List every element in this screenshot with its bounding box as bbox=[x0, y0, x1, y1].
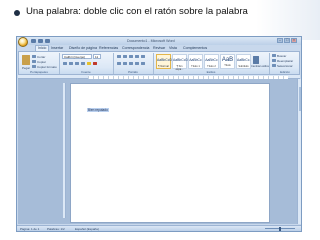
align-center-icon[interactable] bbox=[123, 62, 127, 65]
page-count[interactable]: Página: 1 de 1 bbox=[20, 227, 39, 231]
undo-icon[interactable] bbox=[38, 39, 43, 43]
style-sample: AaBbCc bbox=[205, 58, 218, 62]
word-count[interactable]: Palabras: 1/2 bbox=[47, 227, 65, 231]
italic-icon[interactable] bbox=[69, 62, 73, 65]
copy-label[interactable]: Copiar bbox=[37, 60, 46, 64]
group-label-styles: Estilos bbox=[206, 70, 216, 74]
find-label[interactable]: Buscar bbox=[277, 54, 286, 58]
bold-icon[interactable] bbox=[63, 62, 67, 65]
style-subtitle[interactable]: AaBbCc. Subtítulo bbox=[236, 54, 251, 69]
save-icon[interactable] bbox=[31, 39, 36, 43]
style-name: Título bbox=[224, 64, 231, 67]
style-name: Título 1 bbox=[191, 65, 200, 68]
select-label[interactable]: Seleccionar bbox=[277, 64, 293, 68]
group-separator bbox=[153, 53, 154, 74]
group-label-editing: Edición bbox=[280, 70, 290, 74]
font-size-box[interactable]: 11 bbox=[93, 54, 101, 59]
group-label-clipboard: Portapapeles bbox=[30, 70, 48, 74]
bullets-icon[interactable] bbox=[117, 55, 121, 58]
underline-icon[interactable] bbox=[75, 62, 79, 65]
increase-indent-icon[interactable] bbox=[141, 55, 145, 58]
replace-label[interactable]: Reemplazar bbox=[277, 59, 293, 63]
style-heading-2[interactable]: AaBbCc Título 2 bbox=[204, 54, 219, 69]
style-sample: AaB bbox=[221, 57, 234, 63]
window-title: Documento1 - Microsoft Word bbox=[127, 38, 175, 43]
vertical-ruler[interactable] bbox=[63, 83, 66, 218]
replace-icon[interactable] bbox=[272, 59, 276, 62]
redo-icon[interactable] bbox=[45, 39, 50, 43]
numbering-icon[interactable] bbox=[123, 55, 127, 58]
decrease-indent-icon[interactable] bbox=[135, 55, 139, 58]
format-painter-icon[interactable] bbox=[32, 65, 36, 68]
slide-title: Una palabra: doble clic con el ratón sob… bbox=[26, 6, 248, 17]
copy-icon[interactable] bbox=[32, 60, 36, 63]
zoom-slider[interactable] bbox=[265, 226, 295, 231]
close-button[interactable]: × bbox=[291, 38, 297, 43]
align-left-icon[interactable] bbox=[117, 62, 121, 65]
group-label-paragraph: Párrafo bbox=[128, 70, 138, 74]
cut-icon[interactable] bbox=[32, 55, 36, 58]
office-button[interactable] bbox=[18, 37, 28, 47]
minimize-button[interactable]: – bbox=[277, 38, 283, 43]
highlight-icon[interactable] bbox=[87, 62, 91, 65]
word-window: Documento1 - Microsoft Word – □ × Inicio… bbox=[16, 36, 302, 232]
cut-label[interactable]: Cortar bbox=[37, 55, 45, 59]
find-icon[interactable] bbox=[272, 54, 276, 57]
zoom-knob[interactable] bbox=[279, 226, 281, 231]
vertical-scrollbar[interactable] bbox=[297, 79, 301, 224]
bullet-point bbox=[14, 10, 20, 16]
document-area: Bien reputado bbox=[18, 79, 298, 224]
style-sample: AaBbCcDc bbox=[173, 58, 190, 62]
style-no-spacing[interactable]: AaBbCcDc ¶ Sin espa... bbox=[172, 54, 190, 71]
justify-icon[interactable] bbox=[135, 62, 139, 65]
strikethrough-icon[interactable] bbox=[81, 62, 85, 65]
maximize-button[interactable]: □ bbox=[284, 38, 290, 43]
document-page[interactable]: Bien reputado bbox=[70, 83, 270, 223]
group-separator bbox=[113, 53, 114, 74]
select-icon[interactable] bbox=[272, 64, 276, 67]
style-sample: AaBbCcDc bbox=[157, 58, 174, 62]
style-title[interactable]: AaB Título bbox=[220, 54, 235, 69]
format-painter-label[interactable]: Copiar formato bbox=[37, 65, 57, 69]
font-name-box[interactable]: Calibri (Cuerpo) bbox=[62, 54, 92, 59]
selected-word[interactable]: Bien reputado bbox=[87, 108, 109, 112]
scroll-thumb[interactable] bbox=[298, 87, 301, 111]
align-right-icon[interactable] bbox=[129, 62, 133, 65]
change-styles-label[interactable]: Cambiar estilos bbox=[251, 65, 269, 68]
status-bar: Página: 1 de 1 Palabras: 1/2 Español (Es… bbox=[17, 225, 301, 231]
style-sample: AaBbCc. bbox=[237, 58, 251, 62]
style-name: Título 2 bbox=[207, 65, 216, 68]
group-label-font: Fuente bbox=[81, 70, 91, 74]
style-heading-1[interactable]: AaBbCc Título 1 bbox=[188, 54, 203, 69]
style-name: ¶ Normal bbox=[158, 65, 169, 68]
paste-icon[interactable] bbox=[22, 55, 30, 65]
style-name: Subtítulo bbox=[238, 65, 249, 68]
ribbon: Pegar Cortar Copiar Copiar formato Porta… bbox=[18, 51, 300, 75]
font-color-icon[interactable] bbox=[93, 62, 97, 65]
title-bar: Documento1 - Microsoft Word – □ × bbox=[17, 37, 301, 47]
multilevel-icon[interactable] bbox=[129, 55, 133, 58]
line-spacing-icon[interactable] bbox=[141, 62, 145, 65]
style-sample: AaBbCc bbox=[189, 58, 202, 62]
change-styles-icon[interactable] bbox=[253, 56, 259, 64]
language-indicator[interactable]: Español (España) bbox=[75, 227, 99, 231]
style-normal[interactable]: AaBbCcDc ¶ Normal bbox=[156, 54, 174, 69]
group-separator bbox=[59, 53, 60, 74]
